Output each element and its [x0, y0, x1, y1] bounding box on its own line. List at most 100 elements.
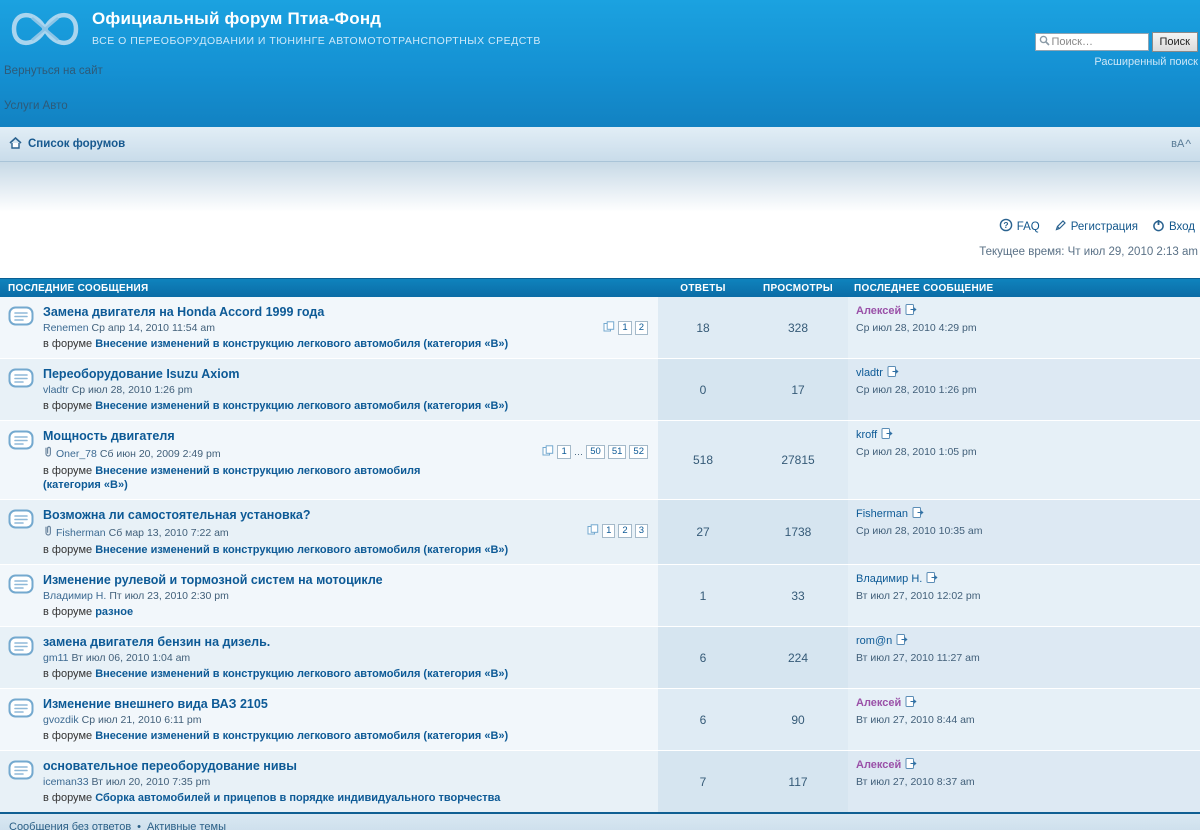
page-jump-button[interactable]: 2	[635, 321, 648, 335]
breadcrumb: Список форумов	[9, 137, 125, 152]
topic-author-link[interactable]: Владимир Н.	[43, 590, 106, 603]
site-logo-icon[interactable]	[8, 5, 82, 58]
last-post-author-link[interactable]: vladtr	[856, 367, 883, 379]
topic-icon	[8, 306, 34, 351]
table-row: Изменение внешнего вида ВАЗ 2105 gvozdik…	[0, 688, 1200, 750]
last-post-date: Вт июл 27, 2010 11:27 am	[856, 652, 1194, 664]
faq-link[interactable]: ? FAQ	[999, 218, 1040, 235]
topic-pagination: 1 2	[603, 321, 648, 335]
page-jump-button[interactable]: 52	[629, 445, 648, 459]
table-row: Возможна ли самостоятельная установка? F…	[0, 499, 1200, 564]
goto-last-post-icon[interactable]	[905, 695, 918, 711]
search-input[interactable]	[1052, 36, 1144, 48]
topic-title-link[interactable]: основательное переоборудование нивы	[43, 758, 297, 774]
topic-author-link[interactable]: Fisherman	[56, 527, 106, 540]
topic-author-link[interactable]: iceman33	[43, 776, 89, 789]
topic-list: Замена двигателя на Honda Accord 1999 го…	[0, 297, 1200, 812]
forum-link[interactable]: Внесение изменений в конструкцию легково…	[95, 338, 508, 350]
goto-last-post-icon[interactable]	[926, 571, 939, 587]
topic-post-date: Ср июл 28, 2010 1:26 pm	[72, 384, 193, 397]
views-count: 224	[748, 627, 848, 688]
forum-link[interactable]: Внесение изменений в конструкцию легково…	[95, 544, 508, 556]
font-size-widget[interactable]: вА^	[1171, 138, 1191, 150]
nav-link-auto-services[interactable]: Услуги Авто	[4, 100, 68, 112]
last-post-author-link[interactable]: kroff	[856, 429, 877, 441]
question-icon: ?	[999, 218, 1013, 235]
last-post-author-link[interactable]: Владимир Н.	[856, 573, 922, 585]
topic-post-date: Сб мар 13, 2010 7:22 am	[109, 527, 229, 540]
recent-messages-board: ПОСЛЕДНИЕ СООБЩЕНИЯ ОТВЕТЫ ПРОСМОТРЫ ПОС…	[0, 278, 1200, 814]
table-row: замена двигателя бензин на дизель. gm11 В…	[0, 626, 1200, 688]
forum-link[interactable]: Внесение изменений в конструкцию легково…	[43, 465, 420, 491]
forum-link[interactable]: Внесение изменений в конструкцию легково…	[95, 668, 508, 680]
in-forum-label: в форуме	[43, 606, 92, 618]
table-row: Замена двигателя на Honda Accord 1999 го…	[0, 297, 1200, 358]
forum-link[interactable]: Сборка автомобилей и прицепов в порядке …	[95, 792, 500, 804]
replies-count: 27	[658, 500, 748, 564]
register-link[interactable]: Регистрация	[1054, 219, 1138, 235]
topic-title-link[interactable]: Изменение рулевой и тормозной систем на …	[43, 572, 383, 588]
power-icon	[1152, 219, 1165, 235]
home-icon[interactable]	[9, 137, 22, 152]
page-jump-button[interactable]: 1	[618, 321, 631, 335]
page-jump-button[interactable]: 2	[618, 524, 631, 538]
last-post-author-link[interactable]: Алексей	[856, 697, 901, 709]
nav-link-back-to-site[interactable]: Вернуться на сайт	[4, 65, 103, 77]
page-jump-button[interactable]: 1	[602, 524, 615, 538]
last-post-author-link[interactable]: Алексей	[856, 759, 901, 771]
topic-post-date: Ср июл 21, 2010 6:11 pm	[82, 714, 202, 727]
search-box	[1035, 33, 1149, 51]
login-link[interactable]: Вход	[1152, 219, 1195, 235]
topic-title-link[interactable]: Мощность двигателя	[43, 428, 175, 444]
unanswered-posts-link[interactable]: Сообщения без ответов	[9, 821, 131, 830]
topic-icon	[8, 636, 34, 681]
search-button[interactable]: Поиск	[1152, 32, 1198, 52]
last-post-author-link[interactable]: rom@n	[856, 635, 892, 647]
page-title: Официальный форум Птиа-Фонд	[92, 9, 541, 29]
topic-author-link[interactable]: vladtr	[43, 384, 69, 397]
goto-last-post-icon[interactable]	[905, 757, 918, 773]
goto-last-post-icon[interactable]	[912, 506, 925, 522]
goto-last-post-icon[interactable]	[896, 633, 909, 649]
page-jump-button[interactable]: 1	[557, 445, 570, 459]
pagination-ellipsis: …	[574, 447, 584, 458]
forum-link[interactable]: Внесение изменений в конструкцию легково…	[95, 730, 508, 742]
page-jump-button[interactable]: 50	[586, 445, 605, 459]
topic-author-link[interactable]: gvozdik	[43, 714, 79, 727]
topic-icon	[8, 574, 34, 619]
topic-title-link[interactable]: Переоборудование Isuzu Axiom	[43, 366, 239, 382]
topic-title-link[interactable]: Замена двигателя на Honda Accord 1999 го…	[43, 304, 324, 320]
last-post-author-link[interactable]: Fisherman	[856, 508, 908, 520]
breadcrumb-board-index-link[interactable]: Список форумов	[28, 138, 125, 150]
background-fade	[0, 162, 1200, 212]
in-forum-label: в форуме	[43, 668, 92, 680]
topic-author-link[interactable]: Renemen	[43, 322, 89, 335]
goto-last-post-icon[interactable]	[881, 427, 894, 443]
topic-title-link[interactable]: Возможна ли самостоятельная установка?	[43, 507, 311, 523]
replies-count: 518	[658, 421, 748, 499]
views-count: 328	[748, 297, 848, 358]
search-icon	[1039, 33, 1050, 51]
topic-title-link[interactable]: Изменение внешнего вида ВАЗ 2105	[43, 696, 268, 712]
forum-link[interactable]: Внесение изменений в конструкцию легково…	[95, 400, 508, 412]
topic-icon	[8, 430, 34, 492]
forum-link[interactable]: разное	[95, 606, 133, 618]
goto-last-post-icon[interactable]	[887, 365, 900, 381]
goto-last-post-icon[interactable]	[905, 303, 918, 319]
advanced-search-link[interactable]: Расширенный поиск	[1035, 56, 1198, 68]
active-topics-link[interactable]: Активные темы	[147, 821, 226, 830]
site-subtitle: ВСЕ О ПЕРЕОБОРУДОВАНИИ И ТЮНИНГЕ АВТОМОТ…	[92, 35, 541, 47]
page-jump-button[interactable]: 3	[635, 524, 648, 538]
topic-title-link[interactable]: замена двигателя бензин на дизель.	[43, 634, 270, 650]
pencil-icon	[1054, 219, 1067, 235]
topic-author-link[interactable]: Oner_78	[56, 448, 97, 461]
last-post-author-link[interactable]: Алексей	[856, 305, 901, 317]
topic-icon	[8, 509, 34, 557]
page-jump-button[interactable]: 51	[608, 445, 627, 459]
section-title: ПОСЛЕДНИЕ СООБЩЕНИЯ	[0, 283, 658, 294]
views-count: 90	[748, 689, 848, 750]
table-row: Изменение рулевой и тормозной систем на …	[0, 564, 1200, 626]
search-area: Поиск Расширенный поиск	[1035, 32, 1198, 68]
separator-dot: •	[137, 821, 141, 830]
topic-author-link[interactable]: gm11	[43, 652, 69, 665]
